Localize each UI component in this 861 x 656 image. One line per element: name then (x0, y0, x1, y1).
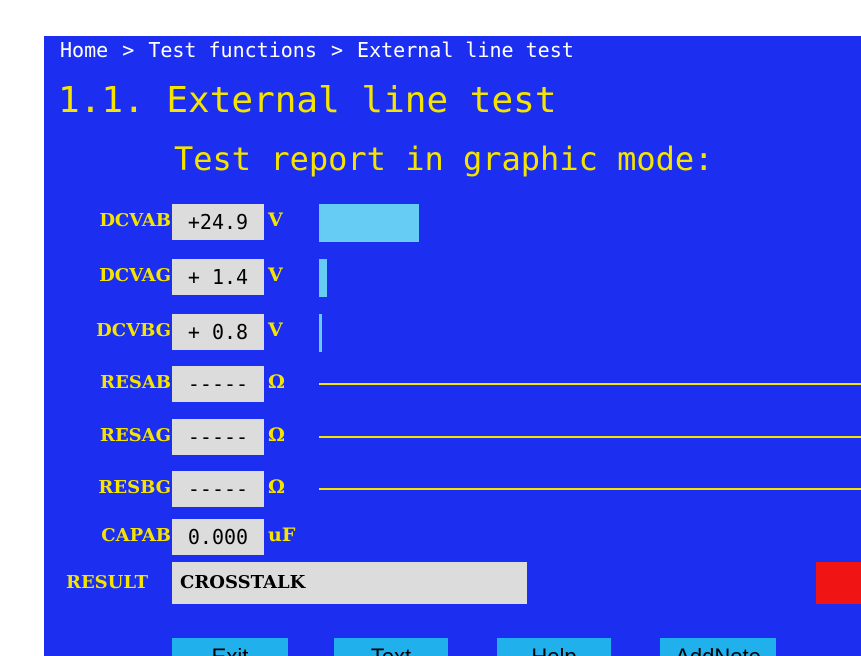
breadcrumb-separator: > (330, 38, 343, 62)
help-button[interactable]: Help (497, 638, 611, 656)
measurement-value: + 0.8 (172, 314, 264, 350)
measurement-value: ----- (172, 471, 264, 507)
measurement-value: ----- (172, 419, 264, 455)
measurement-row-dcvab: DCVAB +24.9 V (44, 202, 861, 242)
result-value: CROSSTALK (172, 562, 527, 604)
page-subtitle: Test report in graphic mode: (174, 140, 714, 178)
measurement-unit: Ω (268, 371, 285, 393)
measurement-label: CAPAB (101, 525, 171, 546)
resistance-line (319, 488, 861, 490)
result-label: RESULT (66, 572, 148, 593)
measurement-value: ----- (172, 366, 264, 402)
measurement-label: RESAB (100, 372, 171, 393)
measurement-label: DCVAB (99, 210, 171, 231)
measurement-unit: Ω (268, 424, 285, 446)
measurement-row-resbg: RESBG ----- Ω (44, 469, 861, 509)
measurement-value: +24.9 (172, 204, 264, 240)
measurement-row-capab: CAPAB 0.000 uF (44, 517, 861, 557)
measurement-unit: uF (268, 524, 296, 546)
measurement-label: RESBG (98, 477, 171, 498)
exit-button[interactable]: Exit (172, 638, 288, 656)
measurement-unit: V (268, 209, 283, 231)
measurement-label: DCVBG (96, 320, 171, 341)
measurement-value: 0.000 (172, 519, 264, 555)
measurement-unit: V (268, 264, 283, 286)
breadcrumb: Home > Test functions > External line te… (60, 38, 574, 62)
measurement-value: + 1.4 (172, 259, 264, 295)
breadcrumb-home[interactable]: Home (60, 38, 108, 62)
measurement-bar (319, 204, 419, 242)
measurement-unit: V (268, 319, 283, 341)
resistance-line (319, 383, 861, 385)
add-note-button[interactable]: AddNote (660, 638, 776, 656)
breadcrumb-test-functions[interactable]: Test functions (148, 38, 317, 62)
result-status-indicator (816, 562, 861, 604)
measurement-label: RESAG (99, 425, 171, 446)
measurement-row-resag: RESAG ----- Ω (44, 417, 861, 457)
measurement-bar (319, 314, 322, 352)
breadcrumb-separator: > (122, 38, 135, 62)
measurement-label: DCVAG (99, 265, 171, 286)
measurement-row-resab: RESAB ----- Ω (44, 364, 861, 404)
resistance-line (319, 436, 861, 438)
measurement-row-dcvbg: DCVBG + 0.8 V (44, 312, 861, 352)
text-button[interactable]: Text (334, 638, 448, 656)
breadcrumb-external-line-test: External line test (357, 38, 574, 62)
measurement-unit: Ω (268, 476, 285, 498)
page-title: 1.1. External line test (58, 80, 557, 121)
measurement-row-dcvag: DCVAG + 1.4 V (44, 257, 861, 297)
test-screen: Home > Test functions > External line te… (44, 36, 861, 656)
measurement-bar (319, 259, 327, 297)
